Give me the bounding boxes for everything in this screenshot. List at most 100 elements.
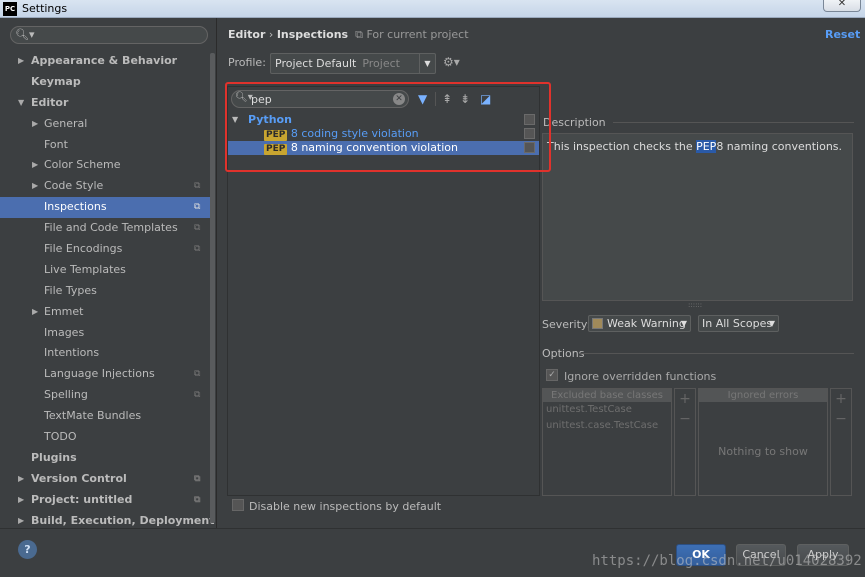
sidebar-item-label: Keymap <box>31 74 81 88</box>
sidebar-item-language-injections[interactable]: Language Injections ⧉ <box>0 364 210 385</box>
severity-dropdown[interactable]: Weak Warning ▼ <box>588 315 691 332</box>
chevron-right-icon[interactable]: ▶ <box>18 490 24 511</box>
empty-list-text: Nothing to show <box>718 445 808 458</box>
gear-icon[interactable]: ⚙▾ <box>443 55 460 69</box>
sidebar-item-label: File and Code Templates <box>44 221 178 235</box>
tree-group-python[interactable]: ▼ Python <box>228 113 539 127</box>
app-icon: PC <box>3 2 17 16</box>
ignored-errors-list[interactable]: Ignored errors Nothing to show <box>698 388 828 496</box>
sidebar-item-label: Emmet <box>44 304 84 318</box>
sidebar-item-version-control[interactable]: ▶ Version Control ⧉ <box>0 469 210 490</box>
project-scope-note: For current project <box>366 28 469 41</box>
description-text: This inspection checks the <box>547 140 697 153</box>
sidebar-item-todo[interactable]: TODO <box>0 427 210 448</box>
expand-all-icon[interactable]: ⇞ <box>442 92 452 106</box>
add-icon[interactable]: + <box>831 389 851 409</box>
group-label: Python <box>248 113 292 126</box>
inspection-tree-panel: 🔍︎▾ pep ✕ ▼ ⇞ ⇟ ◪ ▼ Python PEP 8 coding … <box>227 86 540 496</box>
sidebar-item-emmet[interactable]: ▶ Emmet <box>0 302 210 323</box>
profile-dropdown[interactable]: Project Default Project ▼ <box>270 53 436 74</box>
sidebar-item-label: TextMate Bundles <box>44 409 142 423</box>
sidebar-item-label: Intentions <box>44 346 100 360</box>
close-button[interactable]: ✕ <box>823 0 861 12</box>
inspection-label: 8 coding style violation <box>290 127 419 140</box>
sidebar-item-label: Spelling <box>44 388 88 402</box>
chevron-down-icon: ▼ <box>232 115 239 124</box>
chevron-right-icon[interactable]: ▶ <box>18 469 24 490</box>
help-button[interactable]: ? <box>18 540 37 559</box>
sidebar-item-images[interactable]: Images <box>0 323 210 344</box>
sidebar-item-live-templates[interactable]: Live Templates <box>0 260 210 281</box>
sidebar-item-code-style[interactable]: ▶ Code Style ⧉ <box>0 176 210 197</box>
profile-sub: Project <box>362 57 400 70</box>
ignore-overridden-label: Ignore overridden functions <box>564 370 717 383</box>
scope-dropdown[interactable]: In All Scopes ▼ <box>698 315 779 332</box>
chevron-right-icon[interactable]: ▶ <box>32 114 38 135</box>
sidebar-item-editor[interactable]: ▼ Editor <box>0 93 210 114</box>
breadcrumb-parent: Editor <box>228 28 266 41</box>
scope-value: In All Scopes <box>702 317 773 330</box>
sidebar-item-file-encodings[interactable]: File Encodings ⧉ <box>0 239 210 260</box>
group-checkbox[interactable] <box>524 114 535 125</box>
excluded-classes-list[interactable]: Excluded base classes unittest.TestCase … <box>542 388 672 496</box>
reset-link[interactable]: Reset <box>825 28 860 41</box>
collapse-all-icon[interactable]: ⇟ <box>460 92 470 106</box>
sidebar-item-inspections[interactable]: Inspections ⧉ <box>0 197 210 219</box>
inspection-checkbox[interactable] <box>524 128 535 139</box>
description-divider <box>613 122 854 123</box>
inspection-filter-input[interactable]: 🔍︎▾ pep ✕ <box>231 90 409 108</box>
resize-grip[interactable]: :::::: <box>688 301 702 309</box>
search-icon: 🔍︎▾ <box>15 28 35 41</box>
remove-icon[interactable]: − <box>675 409 695 429</box>
window-title: Settings <box>22 2 68 15</box>
list-item[interactable]: unittest.TestCase <box>543 402 671 418</box>
sidebar-item-file-types[interactable]: File Types <box>0 281 210 302</box>
chevron-down-icon[interactable]: ▼ <box>18 93 24 114</box>
sidebar-item-project-untitled[interactable]: ▶ Project: untitled ⧉ <box>0 490 210 511</box>
sidebar-item-label: Font <box>44 137 68 151</box>
add-icon[interactable]: + <box>675 389 695 409</box>
reset-to-default-icon[interactable]: ◪ <box>480 92 491 106</box>
window-titlebar: PC Settings ✕ <box>0 0 865 18</box>
disable-new-inspections-checkbox[interactable] <box>232 499 244 511</box>
sidebar-item-file-and-code-templates[interactable]: File and Code Templates ⧉ <box>0 218 210 239</box>
description-highlight: PEP <box>696 140 717 153</box>
sidebar-item-textmate-bundles[interactable]: TextMate Bundles <box>0 406 210 427</box>
filter-icon[interactable]: ▼ <box>418 92 427 106</box>
severity-value: Weak Warning <box>607 317 686 330</box>
inspection-checkbox[interactable] <box>524 142 535 153</box>
sidebar-item-label: Code Style <box>44 179 104 193</box>
list-item[interactable]: unittest.case.TestCase <box>543 418 671 434</box>
sidebar-scrollbar[interactable] <box>210 53 215 523</box>
sidebar-item-keymap[interactable]: Keymap <box>0 72 210 93</box>
sidebar-item-spelling[interactable]: Spelling ⧉ <box>0 385 210 406</box>
inspection-row[interactable]: PEP 8 coding style violation <box>228 127 539 141</box>
sidebar-item-appearance-behavior[interactable]: ▶ Appearance & Behavior <box>0 51 210 72</box>
chevron-right-icon[interactable]: ▶ <box>32 155 38 176</box>
project-scope-icon: ⧉ <box>194 244 201 255</box>
chevron-right-icon[interactable]: ▶ <box>18 51 24 72</box>
settings-search-input[interactable]: 🔍︎▾ <box>10 26 208 44</box>
chevron-right-icon[interactable]: ▶ <box>32 176 38 197</box>
sidebar-item-plugins[interactable]: Plugins <box>0 448 210 469</box>
remove-icon[interactable]: − <box>831 409 851 429</box>
settings-tree: ▶ Appearance & Behavior Keymap ▼ Editor ▶ Gene… <box>0 51 214 531</box>
breadcrumb: Editor › Inspections ⧉ For current proje… <box>228 28 469 42</box>
sidebar-item-font[interactable]: Font <box>0 135 210 156</box>
sidebar-item-color-scheme[interactable]: ▶ Color Scheme <box>0 155 210 176</box>
project-scope-icon: ⧉ <box>194 494 201 505</box>
inspections-panel: Editor › Inspections ⧉ For current proje… <box>216 18 865 528</box>
excluded-list-toolbar: + − <box>674 388 696 496</box>
ignored-list-toolbar: + − <box>830 388 852 496</box>
chevron-right-icon[interactable]: ▶ <box>32 302 38 323</box>
clear-icon[interactable]: ✕ <box>393 93 405 105</box>
ignore-overridden-checkbox[interactable]: ✓ <box>546 369 558 381</box>
project-scope-icon: ⧉ <box>194 369 201 380</box>
sidebar-item-general[interactable]: ▶ General <box>0 114 210 135</box>
inspection-tree: ▼ Python PEP 8 coding style violation PE… <box>228 113 539 155</box>
inspection-row-selected[interactable]: PEP 8 naming convention violation <box>228 141 539 155</box>
description-text-end: 8 naming conventions. <box>716 140 843 153</box>
sidebar-item-intentions[interactable]: Intentions <box>0 343 210 364</box>
settings-sidebar: 🔍︎▾ ▶ Appearance & Behavior Keymap ▼ Editor ▶… <box>0 18 216 528</box>
profile-label: Profile: <box>228 56 266 69</box>
